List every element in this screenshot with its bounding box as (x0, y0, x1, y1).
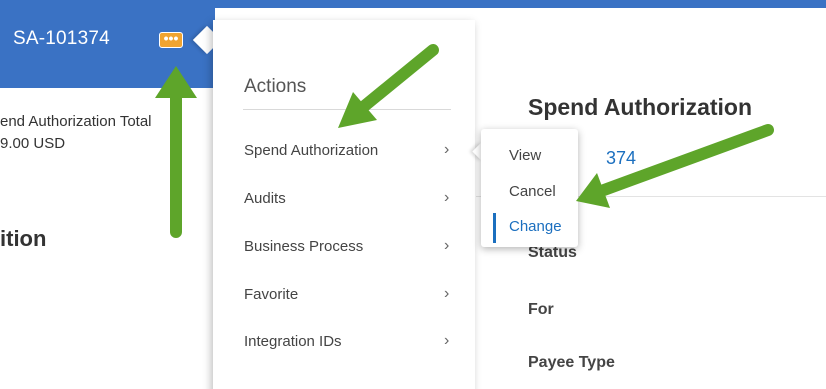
action-item-integration-ids[interactable]: Integration IDs › (213, 321, 475, 361)
submenu-item-label: Cancel (509, 183, 556, 200)
action-item-business-process[interactable]: Business Process › (213, 226, 475, 266)
submenu-item-view[interactable]: View (481, 139, 578, 173)
actions-heading: Actions (244, 76, 307, 97)
submenu-item-cancel[interactable]: Cancel (481, 175, 578, 209)
submenu-item-label: View (509, 147, 542, 164)
action-item-label: Spend Authorization (244, 142, 379, 159)
record-title: SA-101374 (13, 28, 110, 49)
section-heading: ition (0, 226, 47, 251)
chevron-right-icon: › (444, 237, 450, 254)
action-item-spend-authorization[interactable]: Spend Authorization › (213, 130, 475, 170)
action-item-audits[interactable]: Audits › (213, 178, 475, 218)
chevron-right-icon: › (444, 189, 450, 206)
action-item-label: Audits (244, 190, 286, 207)
action-item-favorite[interactable]: Favorite › (213, 274, 475, 314)
chevron-right-icon: › (444, 285, 450, 302)
total-value: 9.00 USD (0, 135, 66, 152)
submenu: View Cancel Change (481, 129, 578, 247)
page-title: Spend Authorization (528, 94, 753, 120)
action-item-label: Business Process (244, 238, 364, 255)
chevron-right-icon: › (444, 332, 450, 349)
submenu-item-label: Change (509, 218, 562, 235)
field-label-for: For (528, 301, 554, 318)
header-strip (215, 0, 826, 8)
field-label-payee-type: Payee Type (528, 354, 615, 371)
related-actions-button[interactable]: ••• (159, 31, 183, 48)
chevron-right-icon: › (444, 141, 450, 158)
record-link[interactable]: 374 (606, 148, 636, 169)
total-label: end Authorization Total (0, 113, 152, 130)
submenu-item-change[interactable]: Change (481, 210, 578, 244)
arrow-up-icon (155, 66, 197, 238)
action-item-label: Integration IDs (244, 333, 342, 350)
actions-popup: Actions Spend Authorization › Audits › B… (213, 20, 475, 389)
selection-marker (493, 213, 496, 243)
action-item-label: Favorite (244, 286, 299, 303)
actions-divider (243, 109, 451, 110)
